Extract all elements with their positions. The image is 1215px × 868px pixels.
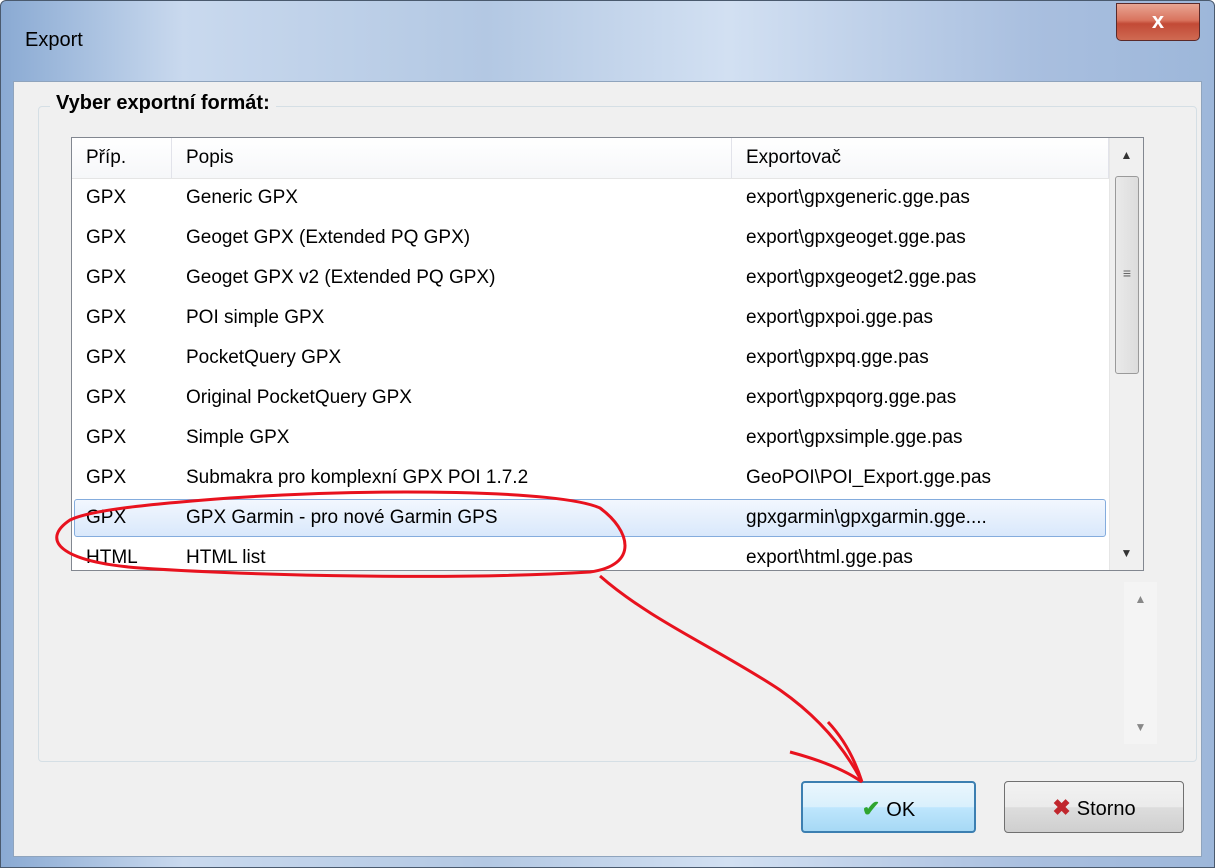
window-title: Export — [25, 29, 83, 51]
scroll-down-arrow-icon[interactable]: ▼ — [1110, 536, 1143, 570]
grip-icon: ≡ — [1122, 265, 1132, 281]
cell-extension: GPX — [86, 227, 127, 248]
table-row[interactable]: HTML HTML list export\html.gge.pas — [72, 538, 1109, 570]
export-dialog: Export x Vyber exportní formát: Příp. Po… — [0, 0, 1215, 868]
format-list[interactable]: Příp. Popis Exportovač GPX Generic GPX exp… — [71, 137, 1144, 571]
scroll-up-arrow-icon[interactable]: ▲ — [1110, 138, 1143, 172]
cell-description: Submakra pro komplexní GPX POI 1.7.2 — [186, 467, 529, 488]
ok-label: OK — [886, 799, 916, 821]
title-bar[interactable]: Export x — [1, 1, 1214, 81]
cell-exporter: export\gpxsimple.gge.pas — [746, 427, 963, 448]
cell-extension: HTML — [86, 547, 138, 568]
group-label: Vyber exportní formát: — [50, 92, 276, 115]
scroll-thumb[interactable]: ≡ — [1115, 176, 1139, 374]
cell-extension: GPX — [86, 347, 127, 368]
column-header-description[interactable]: Popis — [172, 138, 732, 178]
cell-exporter: gpxgarmin\gpxgarmin.gge.... — [746, 507, 987, 528]
cell-description: HTML list — [186, 547, 266, 568]
cell-exporter: export\html.gge.pas — [746, 547, 913, 568]
table-row[interactable]: GPX Submakra pro komplexní GPX POI 1.7.2 G… — [72, 458, 1109, 498]
cancel-label: Storno — [1076, 798, 1136, 820]
cell-extension: GPX — [86, 267, 127, 288]
memo-scroll-up-icon[interactable]: ▲ — [1124, 582, 1157, 616]
x-icon: ✖ — [1052, 795, 1071, 820]
check-icon: ✔ — [861, 796, 881, 821]
table-row[interactable]: GPX Geoget GPX (Extended PQ GPX) export\gp… — [72, 218, 1109, 258]
cell-description: Geoget GPX v2 (Extended PQ GPX) — [186, 267, 496, 288]
cell-exporter: export\gpxpoi.gge.pas — [746, 307, 933, 328]
cell-exporter: export\gpxgeneric.gge.pas — [746, 187, 970, 208]
cancel-button[interactable]: ✖ Storno — [1004, 781, 1184, 833]
cell-extension: GPX — [86, 187, 127, 208]
list-header: Příp. Popis Exportovač — [72, 138, 1109, 179]
table-row[interactable]: GPX GPX Garmin - pro nové Garmin GPS gpxga… — [72, 498, 1109, 538]
description-scrollbar[interactable]: ▲ ▼ — [1124, 582, 1157, 744]
cell-exporter: GeoPOI\POI_Export.gge.pas — [746, 467, 992, 488]
cell-extension: GPX — [86, 507, 127, 528]
list-scrollbar[interactable]: ▲ ≡ ▼ — [1109, 138, 1143, 570]
cell-extension: GPX — [86, 427, 127, 448]
cell-exporter: export\gpxpqorg.gge.pas — [746, 387, 957, 408]
memo-scroll-down-icon[interactable]: ▼ — [1124, 710, 1157, 744]
table-row[interactable]: GPX Original PocketQuery GPX export\gpxpqo… — [72, 378, 1109, 418]
table-row[interactable]: GPX POI simple GPX export\gpxpoi.gge.pas — [72, 298, 1109, 338]
cell-description: Geoget GPX (Extended PQ GPX) — [186, 227, 471, 248]
dialog-client-area: Vyber exportní formát: Příp. Popis Expor… — [13, 81, 1202, 857]
column-header-ext[interactable]: Příp. — [72, 138, 172, 178]
table-row[interactable]: GPX PocketQuery GPX export\gpxpq.gge.pas — [72, 338, 1109, 378]
table-row[interactable]: GPX Geoget GPX v2 (Extended PQ GPX) export… — [72, 258, 1109, 298]
cell-description: Original PocketQuery GPX — [186, 387, 412, 408]
cell-extension: GPX — [86, 387, 127, 408]
cell-exporter: export\gpxgeoget2.gge.pas — [746, 267, 977, 288]
table-row[interactable]: GPX Generic GPX export\gpxgeneric.gge.pas — [72, 178, 1109, 218]
cell-description: POI simple GPX — [186, 307, 325, 328]
column-header-exporter[interactable]: Exportovač — [732, 138, 1109, 178]
cell-exporter: export\gpxpq.gge.pas — [746, 347, 929, 368]
cell-description: GPX Garmin - pro nové Garmin GPS — [186, 507, 498, 528]
close-icon: x — [1151, 8, 1165, 33]
cell-description: Generic GPX — [186, 187, 298, 208]
cell-extension: GPX — [86, 467, 127, 488]
close-button[interactable]: x — [1116, 3, 1200, 41]
cell-description: PocketQuery GPX — [186, 347, 342, 368]
ok-button[interactable]: ✔ OK — [801, 781, 976, 833]
table-row[interactable]: GPX Simple GPX export\gpxsimple.gge.pas — [72, 418, 1109, 458]
cell-exporter: export\gpxgeoget.gge.pas — [746, 227, 966, 248]
cell-description: Simple GPX — [186, 427, 290, 448]
cell-extension: GPX — [86, 307, 127, 328]
